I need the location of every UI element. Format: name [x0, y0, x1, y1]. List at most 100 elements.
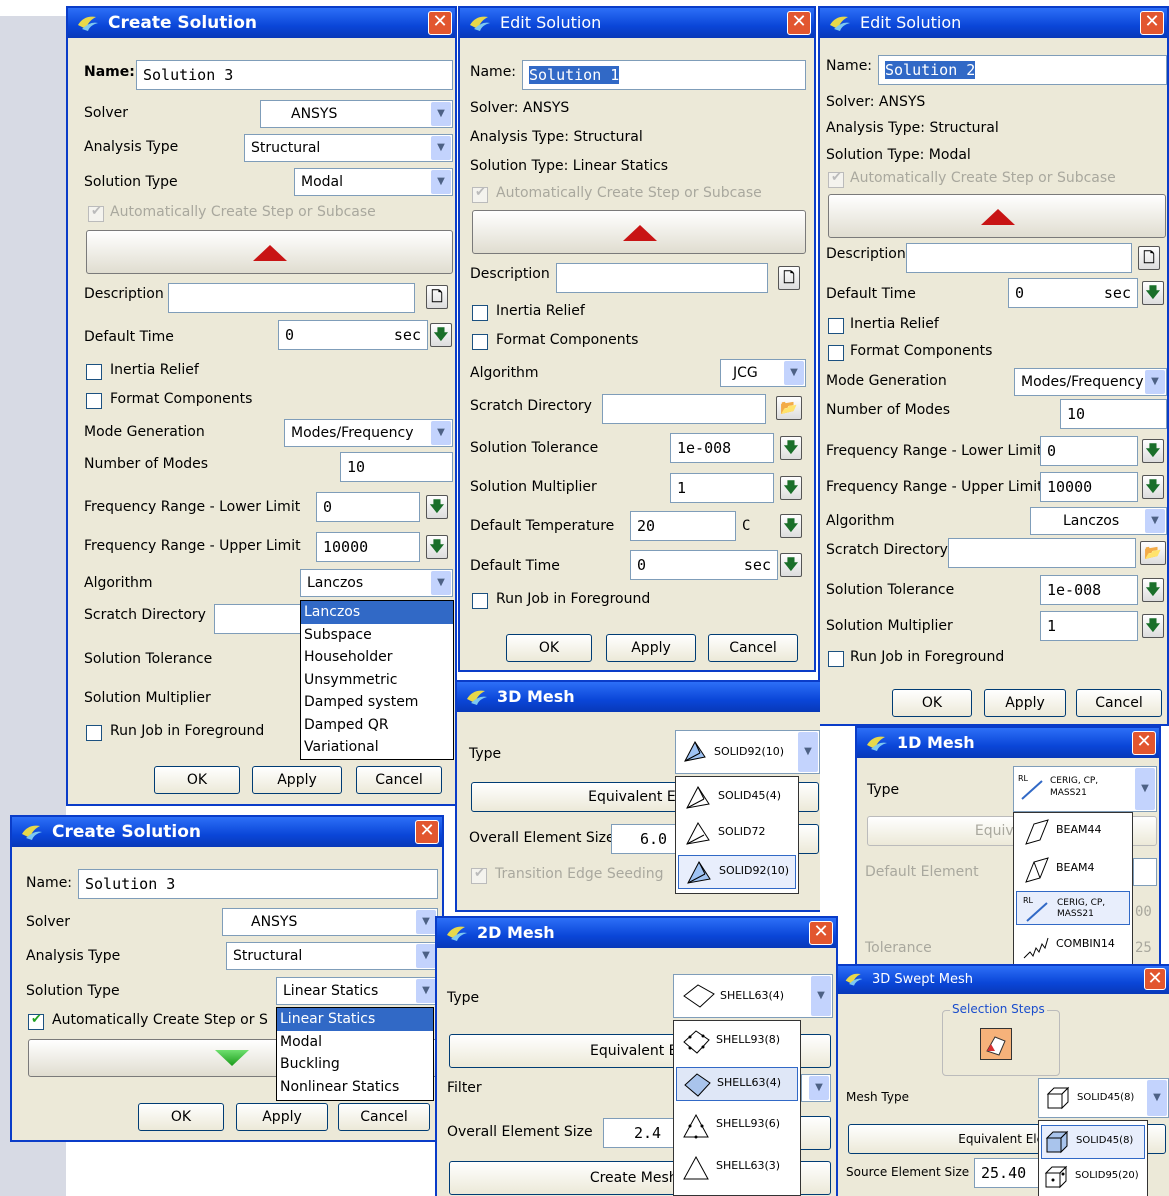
arrow-down-icon[interactable]: 🡇 — [780, 553, 802, 577]
default-temperature-input[interactable]: 20 — [630, 511, 736, 541]
arrow-down-icon[interactable]: 🡇 — [780, 436, 802, 460]
analysis-type-select[interactable]: Structural ▼ — [244, 134, 453, 162]
title-bar[interactable]: 3D Swept Mesh ✕ — [838, 966, 1169, 994]
name-input[interactable]: Solution 2 — [878, 55, 1167, 85]
ok-button[interactable]: OK — [506, 634, 592, 662]
default-time-input[interactable]: 0 sec — [1008, 278, 1138, 308]
freq-upper-input[interactable]: 10000 — [1040, 472, 1138, 502]
element-option[interactable]: SOLID72 — [678, 817, 796, 851]
dropdown-option[interactable]: Lanczos — [301, 601, 453, 624]
title-bar[interactable]: Edit Solution ✕ — [820, 8, 1167, 38]
size-button[interactable] — [797, 1116, 831, 1150]
solution-multiplier-input[interactable]: 1 — [670, 473, 774, 503]
filter-select[interactable]: ▼ — [801, 1074, 831, 1102]
element-option[interactable]: SOLID45(8) — [1041, 1125, 1145, 1159]
dropdown-option[interactable]: Damped system — [301, 691, 453, 714]
inertia-relief-checkbox[interactable] — [472, 305, 488, 321]
close-icon[interactable]: ✕ — [787, 11, 811, 35]
scratch-directory-input[interactable] — [948, 538, 1136, 568]
freq-upper-input[interactable]: 10000 — [316, 532, 420, 562]
run-job-checkbox[interactable] — [472, 593, 488, 609]
element-option[interactable]: RL CERIG, CP, MASS21 — [1016, 891, 1130, 925]
element-size-input[interactable]: 2.4 — [603, 1118, 683, 1148]
type-select[interactable]: CERIG, CP, MASS21 ▼ RL — [1013, 766, 1157, 812]
selection-step-button[interactable] — [980, 1028, 1012, 1060]
type-select[interactable]: SHELL63(4) ▼ — [673, 974, 833, 1018]
algorithm-select[interactable]: JCG ▼ — [720, 359, 806, 387]
freq-lower-input[interactable]: 0 — [316, 492, 420, 522]
arrow-down-icon[interactable]: 🡇 — [1142, 439, 1164, 463]
auto-create-checkbox[interactable]: ✔ — [472, 185, 488, 203]
apply-button[interactable]: Apply — [984, 689, 1066, 717]
freq-lower-input[interactable]: 0 — [1040, 436, 1138, 466]
arrow-down-icon[interactable]: 🡇 — [1142, 614, 1164, 638]
element-option[interactable]: SHELL93(6) — [676, 1109, 798, 1143]
default-time-input[interactable]: 0 sec — [630, 550, 778, 580]
title-bar[interactable]: Edit Solution ✕ — [460, 8, 814, 38]
element-option[interactable]: SOLID92(10) — [678, 855, 796, 889]
solution-tolerance-input[interactable]: 1e-008 — [670, 433, 774, 463]
solution-type-select[interactable]: Linear Statics ▼ — [276, 977, 438, 1005]
cancel-button[interactable]: Cancel — [708, 634, 798, 662]
arrow-down-icon[interactable]: 🡇 — [1142, 281, 1164, 305]
arrow-down-icon[interactable]: 🡇 — [1142, 578, 1164, 602]
default-time-input[interactable]: 0 sec — [278, 320, 428, 350]
folder-icon[interactable]: 📂 — [1140, 541, 1166, 565]
solution-tolerance-input[interactable]: 1e-008 — [1040, 575, 1138, 605]
close-icon[interactable]: ✕ — [1140, 11, 1164, 35]
solution-multiplier-input[interactable]: 1 — [1040, 611, 1138, 641]
transition-edge-checkbox[interactable]: ✔ — [471, 866, 487, 884]
element-option[interactable]: BEAM4 — [1016, 853, 1130, 887]
arrow-down-icon[interactable]: 🡇 — [780, 476, 802, 500]
solver-select[interactable]: ANSYS ▼ — [260, 100, 453, 128]
dropdown-option[interactable]: Modal — [277, 1031, 433, 1054]
number-of-modes-input[interactable]: 10 — [340, 452, 453, 482]
ok-button[interactable]: OK — [154, 766, 240, 794]
title-bar[interactable]: 2D Mesh ✕ — [437, 918, 836, 948]
algorithm-select[interactable]: Lanczos ▼ — [1030, 507, 1167, 535]
auto-create-checkbox[interactable]: ✔ — [28, 1012, 44, 1030]
dropdown-option[interactable]: Householder — [301, 646, 453, 669]
dropdown-option[interactable]: Variational — [301, 736, 453, 759]
format-components-checkbox[interactable] — [86, 393, 102, 409]
type-select[interactable]: SOLID92(10) ▼ — [675, 730, 820, 774]
close-icon[interactable]: ✕ — [428, 11, 452, 35]
title-bar[interactable]: 3D Mesh — [457, 682, 820, 712]
scratch-directory-input[interactable] — [602, 394, 766, 424]
scratch-directory-input[interactable] — [214, 604, 304, 634]
dropdown-option[interactable]: Unsymmetric — [301, 669, 453, 692]
mode-generation-select[interactable]: Modes/Frequency ▼ — [284, 419, 453, 447]
run-job-checkbox[interactable] — [86, 725, 102, 741]
element-option[interactable]: SHELL63(3) — [676, 1151, 798, 1185]
dropdown-option[interactable]: Linear Statics — [277, 1008, 433, 1031]
mesh-type-select[interactable]: SOLID45(8) ▼ — [1038, 1078, 1169, 1118]
close-icon[interactable]: ✕ — [1144, 968, 1166, 990]
description-input[interactable] — [556, 263, 768, 293]
collapse-button[interactable] — [86, 230, 453, 274]
element-option[interactable]: SHELL93(8) — [676, 1025, 798, 1059]
title-bar[interactable]: 1D Mesh ✕ — [857, 728, 1159, 758]
document-icon[interactable]: 🗋 — [1138, 246, 1160, 270]
document-icon[interactable]: 🗋 — [426, 285, 448, 309]
default-element-select[interactable] — [1133, 858, 1157, 886]
cancel-button[interactable]: Cancel — [338, 1103, 430, 1131]
collapse-button[interactable] — [828, 194, 1166, 238]
auto-create-checkbox[interactable]: ✔ — [828, 170, 844, 188]
name-input[interactable]: Solution 3 — [136, 60, 453, 90]
algorithm-select[interactable]: Lanczos ▼ — [300, 569, 453, 597]
format-components-checkbox[interactable] — [828, 345, 844, 361]
inertia-relief-checkbox[interactable] — [828, 318, 844, 334]
analysis-type-select[interactable]: Structural ▼ — [226, 942, 438, 970]
arrow-down-icon[interactable]: 🡇 — [426, 495, 448, 519]
dropdown-option[interactable]: Buckling — [277, 1053, 433, 1076]
format-components-checkbox[interactable] — [472, 334, 488, 350]
mode-generation-select[interactable]: Modes/Frequency ▼ — [1014, 368, 1167, 396]
arrow-down-icon[interactable]: 🡇 — [430, 323, 452, 347]
element-option[interactable]: SOLID95(20) — [1041, 1161, 1145, 1195]
element-option[interactable]: SOLID45(4) — [678, 781, 796, 815]
element-option[interactable]: BEAM44 — [1016, 815, 1130, 849]
ok-button[interactable]: OK — [138, 1103, 224, 1131]
close-icon[interactable]: ✕ — [1132, 731, 1156, 755]
dropdown-option[interactable]: Subspace — [301, 624, 453, 647]
inertia-relief-checkbox[interactable] — [86, 364, 102, 380]
